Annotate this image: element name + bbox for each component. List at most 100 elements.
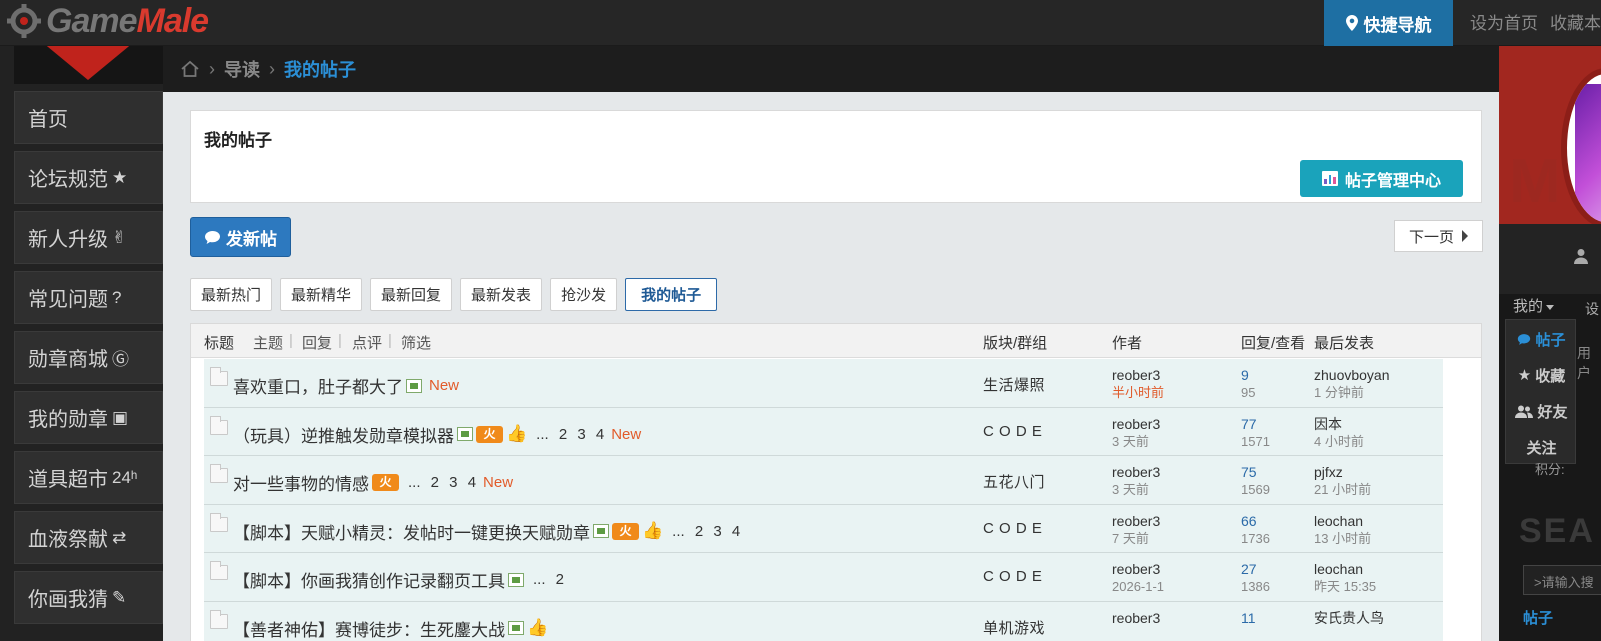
thread-title[interactable]: （玩具）逆推触发勋章模拟器 火 👍 ... 2 3 4 New: [233, 422, 641, 447]
author-cell: reober3 7 天前: [1112, 513, 1160, 547]
home-icon[interactable]: [180, 59, 200, 79]
page-links[interactable]: ... 2 3 4: [408, 474, 476, 491]
dropdown-item-posts[interactable]: 帖子: [1506, 322, 1577, 356]
author-cell: reober3: [1112, 610, 1160, 627]
page-links[interactable]: ... 2 3 4: [672, 523, 740, 540]
dropdown-item-favorites[interactable]: ★ 收藏: [1506, 358, 1577, 392]
thread-title-text[interactable]: 对一些事物的情感: [233, 470, 369, 495]
user-label: 用户: [1577, 345, 1591, 381]
sidebar-item-item-market[interactable]: 道具超市 24ʰ: [14, 451, 163, 504]
table-row[interactable]: 【脚本】天赋小精灵：发帖时一键更换天赋勋章 火 👍 ... 2 3 4 C O D E r…: [204, 504, 1443, 553]
next-page-button[interactable]: 下一页: [1394, 220, 1483, 252]
settings-label[interactable]: 设: [1585, 299, 1599, 319]
thumbs-up-icon: 👍: [642, 521, 664, 540]
sidebar-item-draw-guess[interactable]: 你画我猜 ✎: [14, 571, 163, 624]
sidebar-item-rules[interactable]: 论坛规范 ★: [14, 151, 163, 204]
last-post-user[interactable]: 因本: [1314, 416, 1364, 433]
caret-down-icon: [1546, 304, 1555, 310]
search-input[interactable]: >请输入搜: [1523, 565, 1601, 595]
thread-title[interactable]: 对一些事物的情感火 ... 2 3 4 New: [233, 470, 513, 495]
last-post-user[interactable]: zhuovboyan: [1314, 367, 1390, 384]
filter-reply[interactable]: 回复: [302, 332, 332, 353]
table-row[interactable]: 喜欢重口，肚子都大了 New 生活爆照 reober3 半小时前 9 95 zhuovboya…: [204, 359, 1443, 408]
set-homepage-link[interactable]: 设为首页: [1470, 9, 1538, 34]
chevron-right-icon: ›: [209, 58, 215, 79]
forum-name[interactable]: 生活爆照: [983, 374, 1045, 395]
sidebar-item-my-medals[interactable]: 我的勋章 ▣: [14, 391, 163, 444]
banner-decor: M: [1509, 147, 1565, 216]
tab-sofa[interactable]: 抢沙发: [550, 278, 618, 311]
thread-title-text[interactable]: 【善者神佑】赛博徒步：生死鏖大战: [233, 616, 505, 641]
page-links[interactable]: ... 2: [533, 571, 564, 588]
breadcrumb-guide[interactable]: 导读: [224, 56, 260, 82]
table-row[interactable]: 对一些事物的情感火 ... 2 3 4 New 五花八门 reober3 3 天前 75 15…: [204, 456, 1443, 505]
sidebar-item-faq[interactable]: 常见问题?: [14, 271, 163, 324]
sidebar-item-medal-shop[interactable]: 勋章商城 Ⓖ: [14, 331, 163, 384]
sidebar-item-upgrade[interactable]: 新人升级 ✌: [14, 211, 163, 264]
new-post-button[interactable]: 发新帖: [190, 217, 291, 257]
tab-latest-reply[interactable]: 最新回复: [370, 278, 453, 311]
fire-hot-icon: 火: [372, 474, 399, 491]
image-attachment-icon: [406, 378, 422, 393]
tab-latest-hot[interactable]: 最新热门: [190, 278, 273, 311]
page-title: 我的帖子: [204, 131, 272, 150]
sidebar-item-home[interactable]: 首页: [14, 91, 163, 144]
sidebar-item-blood-offering[interactable]: 血液祭献 ⇄: [14, 511, 163, 564]
forum-name[interactable]: C O D E: [983, 423, 1042, 440]
author-name[interactable]: reober3: [1112, 513, 1160, 530]
post-manage-center-button[interactable]: 帖子管理中心: [1300, 160, 1463, 197]
thread-title-text[interactable]: 【脚本】你画我猜创作记录翻页工具: [233, 567, 505, 592]
last-post-time[interactable]: 4 小时前: [1314, 433, 1364, 450]
reply-count[interactable]: 27: [1241, 561, 1270, 578]
reply-count[interactable]: 75: [1241, 464, 1270, 481]
filter-select[interactable]: 筛选: [401, 332, 431, 353]
dropdown-item-friends[interactable]: 好友: [1506, 394, 1577, 428]
filter-comment[interactable]: 点评: [352, 332, 382, 353]
thread-title-text[interactable]: 喜欢重口，肚子都大了: [233, 373, 403, 398]
thread-title[interactable]: 【脚本】你画我猜创作记录翻页工具 ... 2: [233, 567, 564, 592]
table-row[interactable]: （玩具）逆推触发勋章模拟器 火 👍 ... 2 3 4 New C O D E reober…: [204, 407, 1443, 456]
my-menu-toggle[interactable]: 我的: [1513, 295, 1555, 316]
filter-topic[interactable]: 主题: [253, 332, 283, 353]
table-row[interactable]: 【脚本】你画我猜创作记录翻页工具 ... 2 C O D E reober3 2026-…: [204, 553, 1443, 602]
star-icon: ★: [112, 167, 128, 187]
last-post-user[interactable]: pjfxz: [1314, 464, 1371, 481]
tab-latest-digest[interactable]: 最新精华: [280, 278, 363, 311]
author-name[interactable]: reober3: [1112, 561, 1164, 578]
bookmark-link[interactable]: 收藏本: [1550, 9, 1601, 34]
quick-nav-button[interactable]: 快捷导航: [1324, 0, 1453, 46]
breadcrumb-my-posts[interactable]: 我的帖子: [284, 56, 356, 82]
forum-name[interactable]: 五花八门: [983, 471, 1045, 492]
last-post-user[interactable]: leochan: [1314, 513, 1371, 530]
forum-name[interactable]: C O D E: [983, 520, 1042, 537]
thread-title[interactable]: 【脚本】天赋小精灵：发帖时一键更换天赋勋章 火 👍 ... 2 3 4: [233, 519, 740, 544]
tab-posts[interactable]: 帖子: [1523, 607, 1553, 628]
thread-title[interactable]: 【善者神佑】赛博徒步：生死鏖大战 👍: [233, 616, 548, 641]
tab-my-posts[interactable]: 我的帖子: [625, 278, 718, 311]
page-links[interactable]: ... 2 3 4: [536, 426, 604, 443]
reply-count[interactable]: 77: [1241, 416, 1270, 433]
tab-latest-post[interactable]: 最新发表: [460, 278, 543, 311]
author-name[interactable]: reober3: [1112, 610, 1160, 627]
last-post-user[interactable]: 安氏贵人鸟: [1314, 610, 1384, 627]
reply-count[interactable]: 66: [1241, 513, 1270, 530]
last-post-time[interactable]: 21 小时前: [1314, 481, 1371, 498]
victory-hand-icon: ✌: [112, 227, 127, 247]
author-name[interactable]: reober3: [1112, 367, 1164, 384]
last-post-user[interactable]: leochan: [1314, 561, 1376, 578]
author-name[interactable]: reober3: [1112, 464, 1160, 481]
thread-title-text[interactable]: 【脚本】天赋小精灵：发帖时一键更换天赋勋章: [233, 519, 590, 544]
thread-title[interactable]: 喜欢重口，肚子都大了 New: [233, 373, 459, 398]
site-logo[interactable]: GameMale: [6, 0, 209, 42]
forum-name[interactable]: 单机游戏: [983, 617, 1045, 638]
folder-icon: [210, 464, 228, 483]
thread-title-text[interactable]: （玩具）逆推触发勋章模拟器: [233, 422, 454, 447]
author-name[interactable]: reober3: [1112, 416, 1160, 433]
table-row[interactable]: 【善者神佑】赛博徒步：生死鏖大战 👍 单机游戏 reober3 11 安氏贵人鸟: [204, 601, 1443, 641]
reply-count[interactable]: 9: [1241, 367, 1255, 384]
last-post-time[interactable]: 1 分钟前: [1314, 384, 1390, 401]
last-post-time[interactable]: 13 小时前: [1314, 530, 1371, 547]
reply-count[interactable]: 11: [1241, 610, 1256, 627]
forum-name[interactable]: C O D E: [983, 568, 1042, 585]
last-post-time[interactable]: 昨天 15:35: [1314, 578, 1376, 595]
